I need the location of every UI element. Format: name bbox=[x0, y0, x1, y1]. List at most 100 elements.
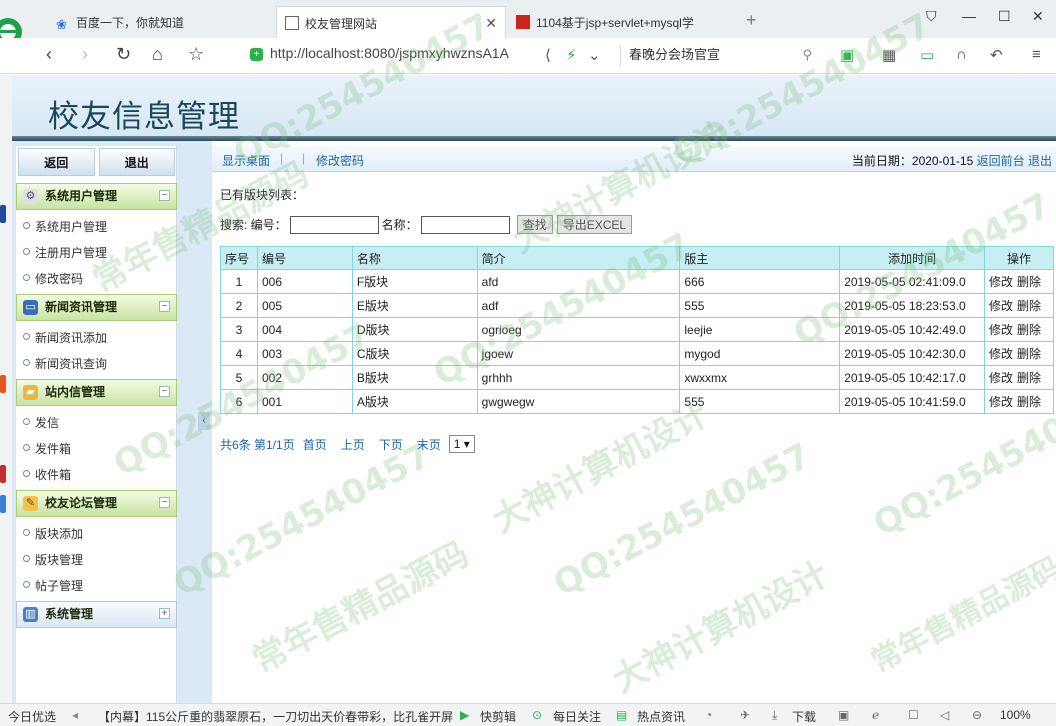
edit-link[interactable]: 修改 bbox=[989, 275, 1013, 289]
delete-link[interactable]: 删除 bbox=[1017, 323, 1041, 337]
collapse-toggle-icon[interactable]: − bbox=[159, 301, 170, 312]
browser-side-strip bbox=[0, 75, 12, 703]
first-page-link[interactable]: 首页 bbox=[303, 436, 327, 453]
apps-grid-icon[interactable]: ▦ bbox=[882, 46, 896, 64]
back-button[interactable]: 返回 bbox=[18, 148, 95, 176]
collapse-menu-arrow-icon[interactable]: ‹ bbox=[198, 412, 210, 430]
menu-item-send-message[interactable]: 发信 bbox=[22, 414, 59, 431]
url-input[interactable]: + http://localhost:8080/jspmxyhwznsA1A bbox=[248, 45, 610, 67]
sidebar-app-icon[interactable] bbox=[0, 375, 6, 393]
section-title: 站内信管理 bbox=[45, 385, 106, 399]
edit-link[interactable]: 修改 bbox=[989, 323, 1013, 337]
collapse-toggle-icon[interactable]: − bbox=[159, 190, 170, 201]
sidebar-app-icon[interactable] bbox=[0, 465, 6, 483]
quick-clip-link[interactable]: 快剪辑 bbox=[480, 708, 516, 725]
table-row: 4 003 C版块 jgoew mygod 2019-05-05 10:42:3… bbox=[220, 341, 1054, 366]
back-arrow-icon[interactable]: ‹ bbox=[46, 44, 52, 65]
shirt-skin-icon[interactable]: ⛉ bbox=[926, 8, 937, 25]
menu-item-change-password[interactable]: 修改密码 bbox=[22, 270, 83, 287]
new-tab-icon[interactable]: + bbox=[746, 10, 757, 31]
prev-page-link[interactable]: 上页 bbox=[341, 436, 365, 453]
show-desktop-link[interactable]: 显示桌面 bbox=[222, 152, 270, 169]
menu-section-system[interactable]: ▥ 系统管理 + bbox=[16, 601, 177, 628]
edit-link[interactable]: 修改 bbox=[989, 347, 1013, 361]
reload-icon[interactable]: ↻ bbox=[116, 44, 131, 65]
page-select[interactable]: 1 ▾ bbox=[448, 435, 475, 453]
collapse-toggle-icon[interactable]: − bbox=[159, 497, 170, 508]
battery-icon[interactable]: ▭ bbox=[920, 46, 934, 64]
translate-icon[interactable]: ▣ bbox=[840, 46, 854, 64]
speaker-icon[interactable]: ◁ bbox=[940, 708, 949, 722]
chevron-down-icon[interactable]: ⌄ bbox=[588, 46, 601, 64]
menu-item-board-add[interactable]: 版块添加 bbox=[22, 525, 83, 542]
zoom-level[interactable]: 100% bbox=[1000, 708, 1031, 722]
menu-item-post-manage[interactable]: 帖子管理 bbox=[22, 577, 83, 594]
collapse-toggle-icon[interactable]: − bbox=[159, 386, 170, 397]
close-tab-icon[interactable]: ✕ bbox=[485, 15, 497, 32]
delete-link[interactable]: 删除 bbox=[1017, 299, 1041, 313]
expand-toggle-icon[interactable]: + bbox=[159, 608, 170, 619]
search-button[interactable]: 查找 bbox=[516, 215, 553, 234]
search-input[interactable]: 春晚分会场官宣 ⚲ bbox=[620, 45, 816, 67]
toolbar-date: 当前日期：2020-01-15 返回前台 退出 bbox=[852, 152, 1052, 169]
daily-follow-link[interactable]: 每日关注 bbox=[553, 708, 601, 725]
menu-section-system-users[interactable]: ⚙ 系统用户管理 − bbox=[16, 183, 177, 210]
window-icon[interactable]: ☐ bbox=[908, 708, 919, 722]
last-page-link[interactable]: 末页 bbox=[417, 436, 441, 453]
tab-jsp-project[interactable]: 1104基于jsp+servlet+mysql学 bbox=[508, 6, 738, 38]
screenshot-icon[interactable]: ▣ bbox=[838, 708, 849, 722]
tab-active-site[interactable]: 校友管理网站 ✕ bbox=[276, 6, 506, 38]
back-to-front-link[interactable]: 返回前台 bbox=[977, 154, 1025, 168]
minimize-icon[interactable]: — bbox=[962, 8, 976, 24]
tab-baidu[interactable]: ❀ 百度一下，你就知道 bbox=[48, 6, 274, 38]
id-search-input[interactable] bbox=[289, 215, 379, 234]
edit-link[interactable]: 修改 bbox=[989, 395, 1013, 409]
home-icon[interactable]: ⌂ bbox=[152, 44, 163, 65]
speedometer-icon[interactable]: ◔ bbox=[705, 708, 712, 722]
pagination: 共6条 第1/1页 首页 上页 下页 末页 1 ▾ bbox=[220, 435, 489, 453]
next-page-link[interactable]: 下页 bbox=[379, 436, 403, 453]
export-excel-button[interactable]: 导出EXCEL bbox=[556, 215, 633, 234]
delete-link[interactable]: 删除 bbox=[1017, 275, 1041, 289]
delete-link[interactable]: 删除 bbox=[1017, 395, 1041, 409]
undo-icon[interactable]: ↶ bbox=[990, 46, 1003, 64]
menu-section-forum[interactable]: ✎ 校友论坛管理 − bbox=[16, 490, 177, 517]
maximize-icon[interactable]: ☐ bbox=[998, 8, 1011, 25]
change-password-link[interactable]: 修改密码 bbox=[316, 152, 364, 169]
edit-link[interactable]: 修改 bbox=[989, 299, 1013, 313]
logout-link[interactable]: 退出 bbox=[1028, 154, 1052, 168]
download-link[interactable]: 下载 bbox=[792, 708, 816, 725]
menu-item-inbox[interactable]: 收件箱 bbox=[22, 466, 71, 483]
forward-arrow-icon[interactable]: › bbox=[82, 44, 88, 65]
name-search-input[interactable] bbox=[420, 215, 510, 234]
sidebar-app-icon[interactable] bbox=[0, 495, 6, 513]
menu-section-news[interactable]: ▭ 新闻资讯管理 − bbox=[16, 294, 177, 321]
menu-item-registered-users[interactable]: 注册用户管理 bbox=[22, 244, 107, 261]
browser-mode-icon[interactable]: ℯ bbox=[872, 708, 879, 722]
menu-item-board-manage[interactable]: 版块管理 bbox=[22, 551, 83, 568]
close-window-icon[interactable]: ✕ bbox=[1032, 8, 1044, 25]
news-ticker[interactable]: 【内幕】115公斤重的翡翠原石，一刀切出天价春带彩，比孔雀开屏 bbox=[98, 708, 453, 725]
delete-link[interactable]: 删除 bbox=[1017, 371, 1041, 385]
menu-item-news-add[interactable]: 新闻资讯添加 bbox=[22, 329, 107, 346]
pin-icon[interactable]: ✈ bbox=[740, 708, 750, 722]
menu-item-system-users[interactable]: 系统用户管理 bbox=[22, 218, 107, 235]
logout-button[interactable]: 退出 bbox=[98, 148, 175, 176]
hot-news-link[interactable]: 热点资讯 bbox=[637, 708, 685, 725]
headphones-icon[interactable]: ∩ bbox=[956, 46, 967, 63]
star-icon[interactable]: ☆ bbox=[188, 44, 204, 65]
menu-icon[interactable]: ≡ bbox=[1032, 46, 1041, 63]
delete-link[interactable]: 删除 bbox=[1017, 347, 1041, 361]
zoom-out-icon[interactable]: ⊖ bbox=[972, 708, 982, 722]
lightning-icon[interactable]: ⚡ bbox=[566, 46, 577, 64]
edit-link[interactable]: 修改 bbox=[989, 371, 1013, 385]
today-picks-link[interactable]: 今日优选 bbox=[8, 708, 56, 725]
search-icon[interactable]: ⚲ bbox=[802, 45, 812, 65]
menu-section-messages[interactable]: ▰ 站内信管理 − bbox=[16, 379, 177, 406]
section-title: 系统用户管理 bbox=[45, 189, 118, 203]
menu-item-news-query[interactable]: 新闻资讯查询 bbox=[22, 355, 107, 372]
menu-item-outbox[interactable]: 发件箱 bbox=[22, 440, 71, 457]
sidebar-app-icon[interactable] bbox=[0, 205, 6, 223]
share-icon[interactable]: ⟨ bbox=[545, 46, 551, 64]
separator: | bbox=[302, 151, 306, 165]
